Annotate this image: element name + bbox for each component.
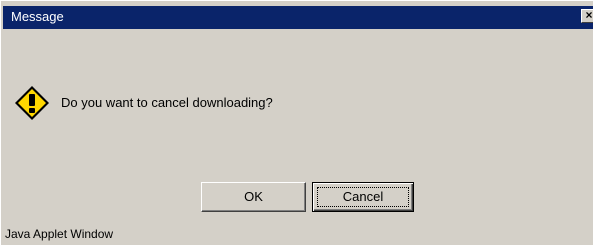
dialog-message: Do you want to cancel downloading? [61, 95, 273, 110]
applet-status-text: Java Applet Window [5, 227, 114, 241]
close-icon: × [585, 8, 593, 22]
window-title: Message [11, 9, 64, 24]
close-button[interactable]: × [581, 9, 593, 23]
title-bar[interactable]: Message × [3, 6, 593, 29]
ok-button[interactable]: OK [201, 182, 306, 212]
cancel-button-label: Cancel [317, 187, 409, 207]
message-dialog-window: Message × Do you want to cancel download… [0, 0, 593, 245]
warning-exclamation-icon [15, 86, 49, 120]
cancel-button[interactable]: Cancel [312, 182, 414, 212]
